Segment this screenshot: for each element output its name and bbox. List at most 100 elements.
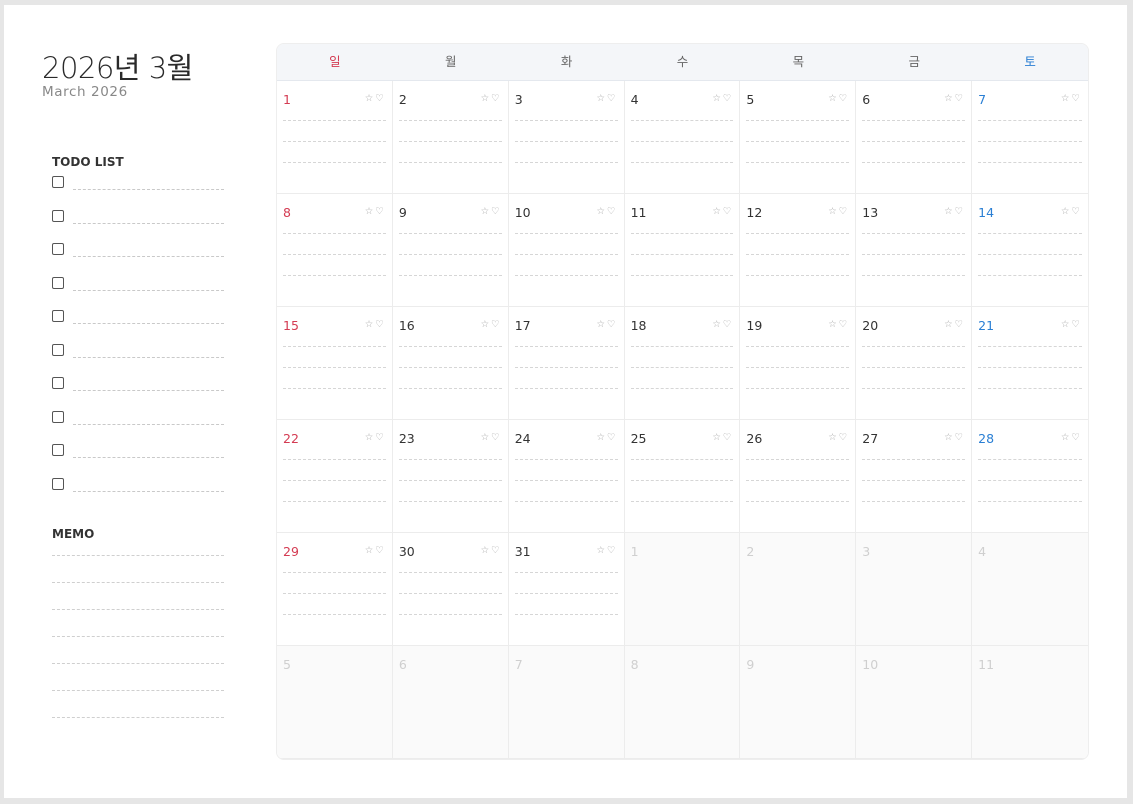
note-line[interactable] [283,501,386,502]
note-line[interactable] [630,141,734,142]
calendar-day[interactable]: 22 ☆♡ [277,420,393,533]
note-line[interactable] [514,572,618,573]
note-line[interactable] [746,162,850,163]
star-icon[interactable]: ☆ [1061,93,1072,104]
note-line[interactable] [630,480,734,481]
heart-icon[interactable]: ♡ [375,319,386,330]
note-line[interactable] [746,501,850,502]
star-icon[interactable]: ☆ [365,319,376,330]
note-line[interactable] [746,275,850,276]
heart-icon[interactable]: ♡ [839,93,850,104]
note-line[interactable] [283,480,386,481]
note-line[interactable] [862,388,966,389]
heart-icon[interactable]: ♡ [491,545,502,556]
note-line[interactable] [978,233,1082,234]
heart-icon[interactable]: ♡ [607,93,618,104]
star-icon[interactable]: ☆ [481,432,492,443]
calendar-day[interactable]: 15 ☆♡ [277,307,393,420]
note-line[interactable] [398,459,502,460]
star-icon[interactable]: ☆ [944,432,955,443]
star-icon[interactable]: ☆ [828,432,839,443]
note-line[interactable] [862,367,966,368]
calendar-day-outside[interactable]: 6 [392,646,509,759]
star-icon[interactable]: ☆ [828,206,839,217]
star-icon[interactable]: ☆ [944,93,955,104]
memo-line[interactable] [52,609,224,610]
calendar-day-outside[interactable]: 4 [972,533,1088,646]
note-line[interactable] [514,254,618,255]
calendar-day[interactable]: 2 ☆♡ [392,81,509,194]
calendar-day[interactable]: 30 ☆♡ [392,533,509,646]
note-line[interactable] [398,614,502,615]
star-icon[interactable]: ☆ [712,206,723,217]
star-icon[interactable]: ☆ [597,93,608,104]
note-line[interactable] [630,346,734,347]
note-line[interactable] [398,233,502,234]
star-icon[interactable]: ☆ [481,206,492,217]
heart-icon[interactable]: ♡ [491,93,502,104]
note-line[interactable] [514,480,618,481]
note-line[interactable] [398,275,502,276]
calendar-day[interactable]: 27 ☆♡ [856,420,973,533]
note-line[interactable] [283,162,386,163]
calendar-day[interactable]: 24 ☆♡ [508,420,625,533]
calendar-day-outside[interactable]: 11 [972,646,1088,759]
note-line[interactable] [746,120,850,121]
star-icon[interactable]: ☆ [944,319,955,330]
note-line[interactable] [630,367,734,368]
note-line[interactable] [862,254,966,255]
note-line[interactable] [862,162,966,163]
calendar-day[interactable]: 9 ☆♡ [392,194,509,307]
memo-line[interactable] [52,582,224,583]
heart-icon[interactable]: ♡ [723,319,734,330]
note-line[interactable] [978,480,1082,481]
heart-icon[interactable]: ♡ [375,93,386,104]
star-icon[interactable]: ☆ [597,545,608,556]
note-line[interactable] [398,120,502,121]
note-line[interactable] [862,233,966,234]
note-line[interactable] [630,233,734,234]
note-line[interactable] [862,501,966,502]
note-line[interactable] [978,459,1082,460]
calendar-day[interactable]: 4 ☆♡ [624,81,741,194]
heart-icon[interactable]: ♡ [955,206,966,217]
note-line[interactable] [862,346,966,347]
note-line[interactable] [630,162,734,163]
calendar-day-outside[interactable]: 3 [856,533,973,646]
note-line[interactable] [283,275,386,276]
star-icon[interactable]: ☆ [712,432,723,443]
note-line[interactable] [514,141,618,142]
heart-icon[interactable]: ♡ [723,206,734,217]
heart-icon[interactable]: ♡ [1071,432,1082,443]
note-line[interactable] [630,275,734,276]
calendar-day[interactable]: 6 ☆♡ [856,81,973,194]
calendar-day[interactable]: 25 ☆♡ [624,420,741,533]
note-line[interactable] [283,388,386,389]
heart-icon[interactable]: ♡ [607,206,618,217]
star-icon[interactable]: ☆ [481,545,492,556]
note-line[interactable] [978,254,1082,255]
heart-icon[interactable]: ♡ [607,545,618,556]
note-line[interactable] [514,120,618,121]
note-line[interactable] [978,275,1082,276]
note-line[interactable] [398,480,502,481]
star-icon[interactable]: ☆ [1061,319,1072,330]
note-line[interactable] [398,388,502,389]
note-line[interactable] [862,120,966,121]
todo-checkbox[interactable] [52,343,64,356]
heart-icon[interactable]: ♡ [491,319,502,330]
calendar-day-outside[interactable]: 8 [624,646,741,759]
note-line[interactable] [978,501,1082,502]
star-icon[interactable]: ☆ [828,319,839,330]
note-line[interactable] [398,501,502,502]
todo-checkbox[interactable] [52,310,64,322]
heart-icon[interactable]: ♡ [955,319,966,330]
calendar-day[interactable]: 26 ☆♡ [740,420,857,533]
star-icon[interactable]: ☆ [597,319,608,330]
note-line[interactable] [398,254,502,255]
todo-checkbox[interactable] [52,209,64,222]
note-line[interactable] [746,254,850,255]
star-icon[interactable]: ☆ [481,319,492,330]
note-line[interactable] [398,593,502,594]
note-line[interactable] [283,614,386,615]
